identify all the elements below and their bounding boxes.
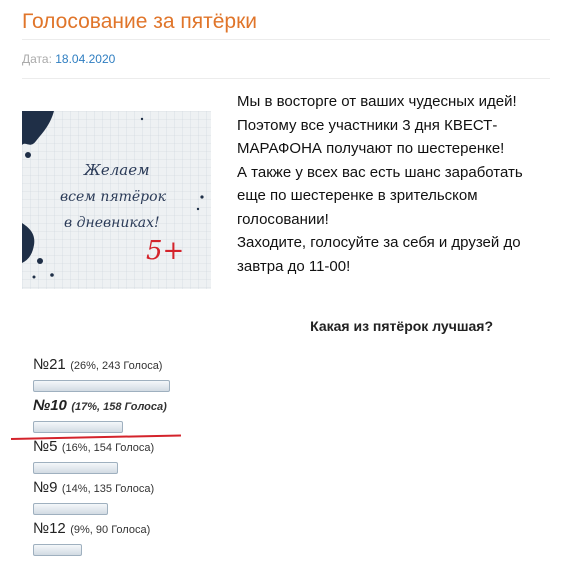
poll-bar	[33, 380, 170, 392]
poll-item: №9 (14%, 135 Голоса)	[33, 479, 333, 520]
poll-bar	[33, 421, 123, 433]
divider	[22, 39, 550, 40]
image-text-line3: в дневниках!	[64, 215, 160, 231]
poll-item: №12 (9%, 90 Голоса)	[33, 520, 333, 561]
poll-item-label: №12	[33, 520, 66, 537]
poll-bar	[33, 462, 118, 474]
date-value[interactable]: 18.04.2020	[55, 52, 115, 66]
poll-item-meta: (26%, 243 Голоса)	[70, 360, 163, 372]
poll-item-label: №21	[33, 356, 66, 373]
image-text-line1: Желаем	[83, 161, 150, 179]
poll-bar	[33, 544, 82, 556]
poll-item: №21 (26%, 243 Голоса)	[33, 356, 333, 397]
post-image: Желаем всем пятёрок в дневниках! 5+	[22, 111, 211, 289]
poll-question: Какая из пятёрок лучшая?	[310, 318, 493, 334]
poll-item: №5 (16%, 154 Голоса)	[33, 438, 333, 479]
poll-results: №21 (26%, 243 Голоса) №10 (17%, 158 Голо…	[33, 356, 333, 561]
image-mark: 5+	[146, 236, 184, 266]
post-text-line: А также у всех вас есть шанс заработать …	[237, 163, 523, 228]
poll-item-label: №5	[33, 438, 58, 455]
post-text-line: Заходите, голосуйте за себя и друзей до …	[237, 234, 521, 275]
poll-item-meta: (16%, 154 Голоса)	[61, 442, 155, 454]
poll-item-label: №9	[33, 479, 58, 496]
poll-bar	[33, 503, 108, 515]
poll-item-meta: (14%, 135 Голоса)	[61, 483, 155, 495]
poll-item: №10 (17%, 158 Голоса)	[33, 397, 333, 438]
poll-item-label: №10	[33, 397, 67, 414]
divider	[22, 78, 550, 79]
post-text-line: Поэтому все участники 3 дня КВЕСТ-МАРАФО…	[237, 116, 505, 158]
page-title: Голосование за пятёрки	[22, 10, 257, 33]
poll-item-meta: (9%, 90 Голоса)	[70, 524, 151, 536]
date-label: Дата:	[22, 52, 52, 66]
post-text-line: Мы в восторге от ваших чудесных идей!	[237, 93, 517, 110]
date-row: Дата: 18.04.2020	[22, 52, 115, 66]
poll-item-meta: (17%, 158 Голоса)	[71, 401, 167, 413]
post-text: Мы в восторге от ваших чудесных идей! По…	[237, 90, 537, 278]
image-text-line2: всем пятёрок	[60, 189, 167, 205]
